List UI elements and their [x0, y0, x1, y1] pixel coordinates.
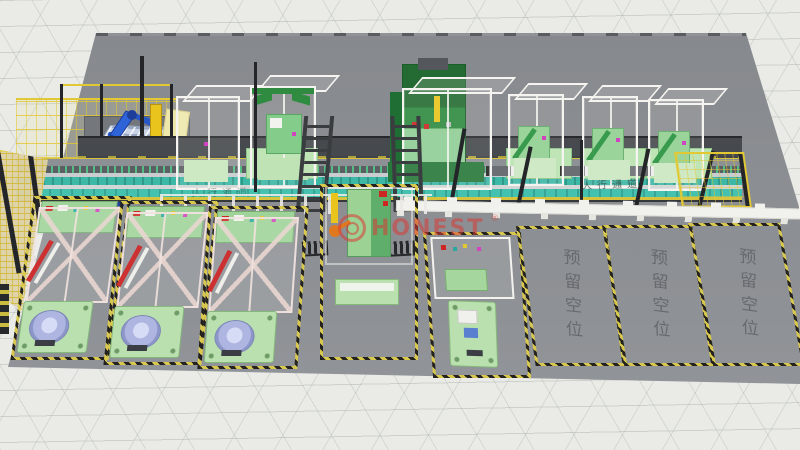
work-cell-5 — [423, 232, 531, 378]
fence-mid-rail — [60, 98, 172, 100]
frame-post — [155, 214, 167, 306]
detail-dot — [682, 141, 686, 145]
watermark-text: HONEST — [371, 216, 484, 241]
white-machine — [457, 309, 478, 324]
cage-top-beam — [252, 88, 314, 94]
watermark: HONEST ® — [338, 214, 499, 242]
stator-spool — [119, 315, 163, 349]
cell-cage — [430, 237, 514, 299]
fence-top-rail — [60, 84, 172, 86]
detail-dot — [441, 245, 446, 250]
yellow-tool-bar — [331, 193, 338, 223]
detail-dot — [542, 136, 546, 140]
detail-dot — [292, 132, 296, 136]
test-cage-4 — [582, 96, 638, 188]
spool-foot — [127, 345, 148, 351]
press-top-cap — [418, 58, 448, 70]
frame-post — [64, 209, 79, 301]
detail-dot — [477, 247, 481, 251]
walkway-label-right: 人行通道 — [582, 175, 642, 192]
cage-floor-plate — [184, 160, 228, 182]
test-cage-3 — [508, 94, 564, 186]
cage-floor-plate — [514, 158, 556, 178]
detail-dot — [383, 201, 388, 206]
black-pole — [254, 62, 257, 192]
cell-base-plate — [109, 306, 184, 358]
stator-spool — [27, 310, 72, 344]
blue-fixture — [464, 328, 478, 338]
inner-panel — [270, 118, 282, 128]
stator-spool — [213, 320, 255, 354]
work-cell-3 — [197, 206, 308, 369]
detail-dot — [453, 247, 457, 251]
reserved-bay-label: 预留空位 — [557, 247, 586, 345]
pedestal-plate — [335, 279, 399, 305]
honest-logo-icon — [338, 214, 366, 242]
center-work-cell — [320, 184, 418, 360]
reserved-bay-label: 预留空位 — [644, 246, 673, 344]
reserved-bay-label: 预留空位 — [732, 245, 761, 344]
fence-post — [0, 152, 22, 273]
frame-post — [248, 219, 256, 311]
pedestal-top — [340, 283, 394, 291]
cell-base-plate — [448, 300, 498, 368]
honest-logo-inner-ring — [346, 222, 359, 235]
dark-foot — [467, 350, 483, 357]
robot-elbow — [127, 110, 137, 120]
registered-trademark-icon: ® — [490, 214, 499, 224]
detail-dot — [204, 142, 208, 146]
corner-post — [0, 284, 9, 334]
detail-dot — [616, 138, 620, 142]
inner-machine — [444, 269, 488, 291]
cell-base-plate — [204, 311, 278, 363]
cell-base-plate — [16, 301, 93, 353]
cage-roof — [408, 77, 516, 94]
platform-top-edge — [96, 33, 746, 36]
right-end-fence — [674, 152, 752, 208]
spool-foot — [221, 350, 241, 356]
detail-dot — [379, 191, 387, 197]
spool-foot — [34, 340, 55, 346]
factory-3d-scene: 人行通道 人行通道 — [0, 0, 800, 450]
detail-dot — [463, 244, 467, 248]
test-cage-1 — [176, 96, 240, 190]
